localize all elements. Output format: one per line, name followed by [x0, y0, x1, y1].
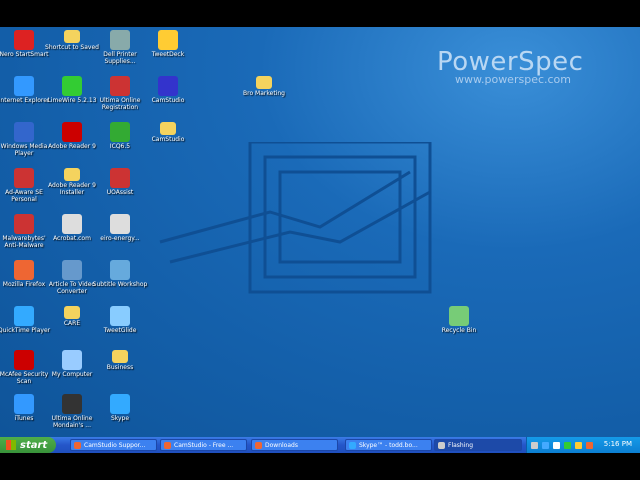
taskbar-app-icon	[255, 441, 262, 449]
desktop-icon[interactable]: CamStudio	[140, 76, 196, 104]
tray-icon-5[interactable]	[575, 441, 582, 449]
desktop-icon-label: eiro-energy...	[100, 235, 140, 242]
clock: 5:16 PM	[603, 440, 632, 448]
desktop-icon-label: Recycle Bin	[441, 327, 477, 334]
folder-icon	[64, 30, 80, 43]
tray-icon-2[interactable]	[542, 441, 549, 449]
tray-icon-1[interactable]	[531, 441, 538, 449]
desktop-icon-label: UOAssist	[106, 189, 134, 196]
taskbar-button[interactable]: Skype™ - todd.bo...	[345, 439, 432, 451]
taskbar-button-label: CamStudio - Free ...	[174, 441, 234, 449]
desktop-icon-label: Skype	[110, 415, 130, 422]
app-icon	[62, 394, 82, 414]
app-icon	[110, 168, 130, 188]
desktop-icon-label: ICQ6.5	[109, 143, 131, 150]
taskbar-button-label: CamStudio Suppor...	[84, 441, 146, 449]
app-icon	[14, 122, 34, 142]
app-icon	[14, 30, 34, 50]
folder-icon	[256, 76, 272, 89]
desktop-icon-label: Subtitle Workshop	[92, 281, 148, 288]
app-icon	[110, 394, 130, 414]
taskbar-button-label: Skype™ - todd.bo...	[359, 441, 418, 449]
desktop-icon[interactable]: UOAssist	[92, 168, 148, 196]
app-icon	[62, 214, 82, 234]
taskbar-app-icon	[74, 441, 81, 449]
taskbar-app-icon	[164, 441, 171, 449]
taskbar-button[interactable]: CamStudio Suppor...	[70, 439, 157, 451]
desktop-icon-label: CamStudio	[151, 136, 185, 143]
taskbar-app-icon	[438, 441, 445, 449]
app-icon	[110, 122, 130, 142]
app-icon	[14, 394, 34, 414]
desktop-icon-label: CamStudio	[151, 97, 185, 104]
desktop-icon-label: TweetGlide	[103, 327, 137, 334]
app-icon	[14, 306, 34, 326]
desktop-icon-label: My Computer	[51, 371, 93, 378]
desktop-icon[interactable]: Business	[92, 350, 148, 371]
desktop-icon[interactable]: Subtitle Workshop	[92, 260, 148, 288]
app-icon	[158, 76, 178, 96]
app-icon	[62, 76, 82, 96]
app-icon	[62, 122, 82, 142]
desktop-icon[interactable]: Skype	[92, 394, 148, 422]
desktop-icon[interactable]: Recycle Bin	[431, 306, 487, 334]
desktop-icon-label: Business	[106, 364, 134, 371]
desktop-icon-label: TweetDeck	[151, 51, 185, 58]
app-icon	[14, 350, 34, 370]
app-icon	[110, 30, 130, 50]
folder-icon	[112, 350, 128, 363]
tray-icon-3[interactable]	[553, 441, 560, 449]
desktop-icon[interactable]: TweetGlide	[92, 306, 148, 334]
desktop-icon-label: Bro Marketing	[243, 90, 285, 97]
tray-icon-4[interactable]	[564, 441, 571, 449]
windows-logo-icon	[6, 440, 16, 450]
app-icon	[62, 260, 82, 280]
system-tray: 5:16 PM	[526, 437, 640, 453]
app-icon	[14, 76, 34, 96]
app-icon	[110, 76, 130, 96]
app-icon	[14, 260, 34, 280]
taskbar-button[interactable]: CamStudio - Free ...	[160, 439, 247, 451]
taskbar: start CamStudio Suppor... CamStudio - Fre…	[0, 437, 640, 453]
taskbar-button-label: Flashing	[448, 441, 474, 449]
taskbar-app-icon	[349, 441, 356, 449]
folder-icon	[64, 168, 80, 181]
tray-icon-6[interactable]	[586, 441, 593, 449]
desktop-icon-label: Nero StartSmart	[0, 51, 49, 58]
folder-icon	[64, 306, 80, 319]
desktop-icon[interactable]: eiro-energy...	[92, 214, 148, 242]
taskbar-button[interactable]: Flashing	[434, 439, 522, 451]
desktop-icon-label: QuickTime Player	[0, 327, 51, 334]
wallpaper-emblem	[159, 142, 432, 294]
app-icon	[110, 306, 130, 326]
app-icon	[14, 168, 34, 188]
taskbar-button[interactable]: Downloads	[251, 439, 338, 451]
desktop-icon[interactable]: Bro Marketing	[236, 76, 292, 97]
desktop-icon[interactable]: CamStudio	[140, 122, 196, 143]
app-icon	[110, 260, 130, 280]
app-icon	[110, 214, 130, 234]
brand-url: www.powerspec.com	[455, 73, 571, 86]
folder-icon	[160, 122, 176, 135]
app-icon	[449, 306, 469, 326]
taskbar-button-label: Downloads	[265, 441, 298, 449]
app-icon	[158, 30, 178, 50]
app-icon	[14, 214, 34, 234]
app-icon	[62, 350, 82, 370]
start-button[interactable]: start	[0, 437, 56, 453]
start-label: start	[20, 439, 48, 451]
desktop-icon[interactable]: TweetDeck	[140, 30, 196, 58]
desktop: PowerSpec www.powerspec.com Nero StartSm…	[0, 27, 640, 437]
